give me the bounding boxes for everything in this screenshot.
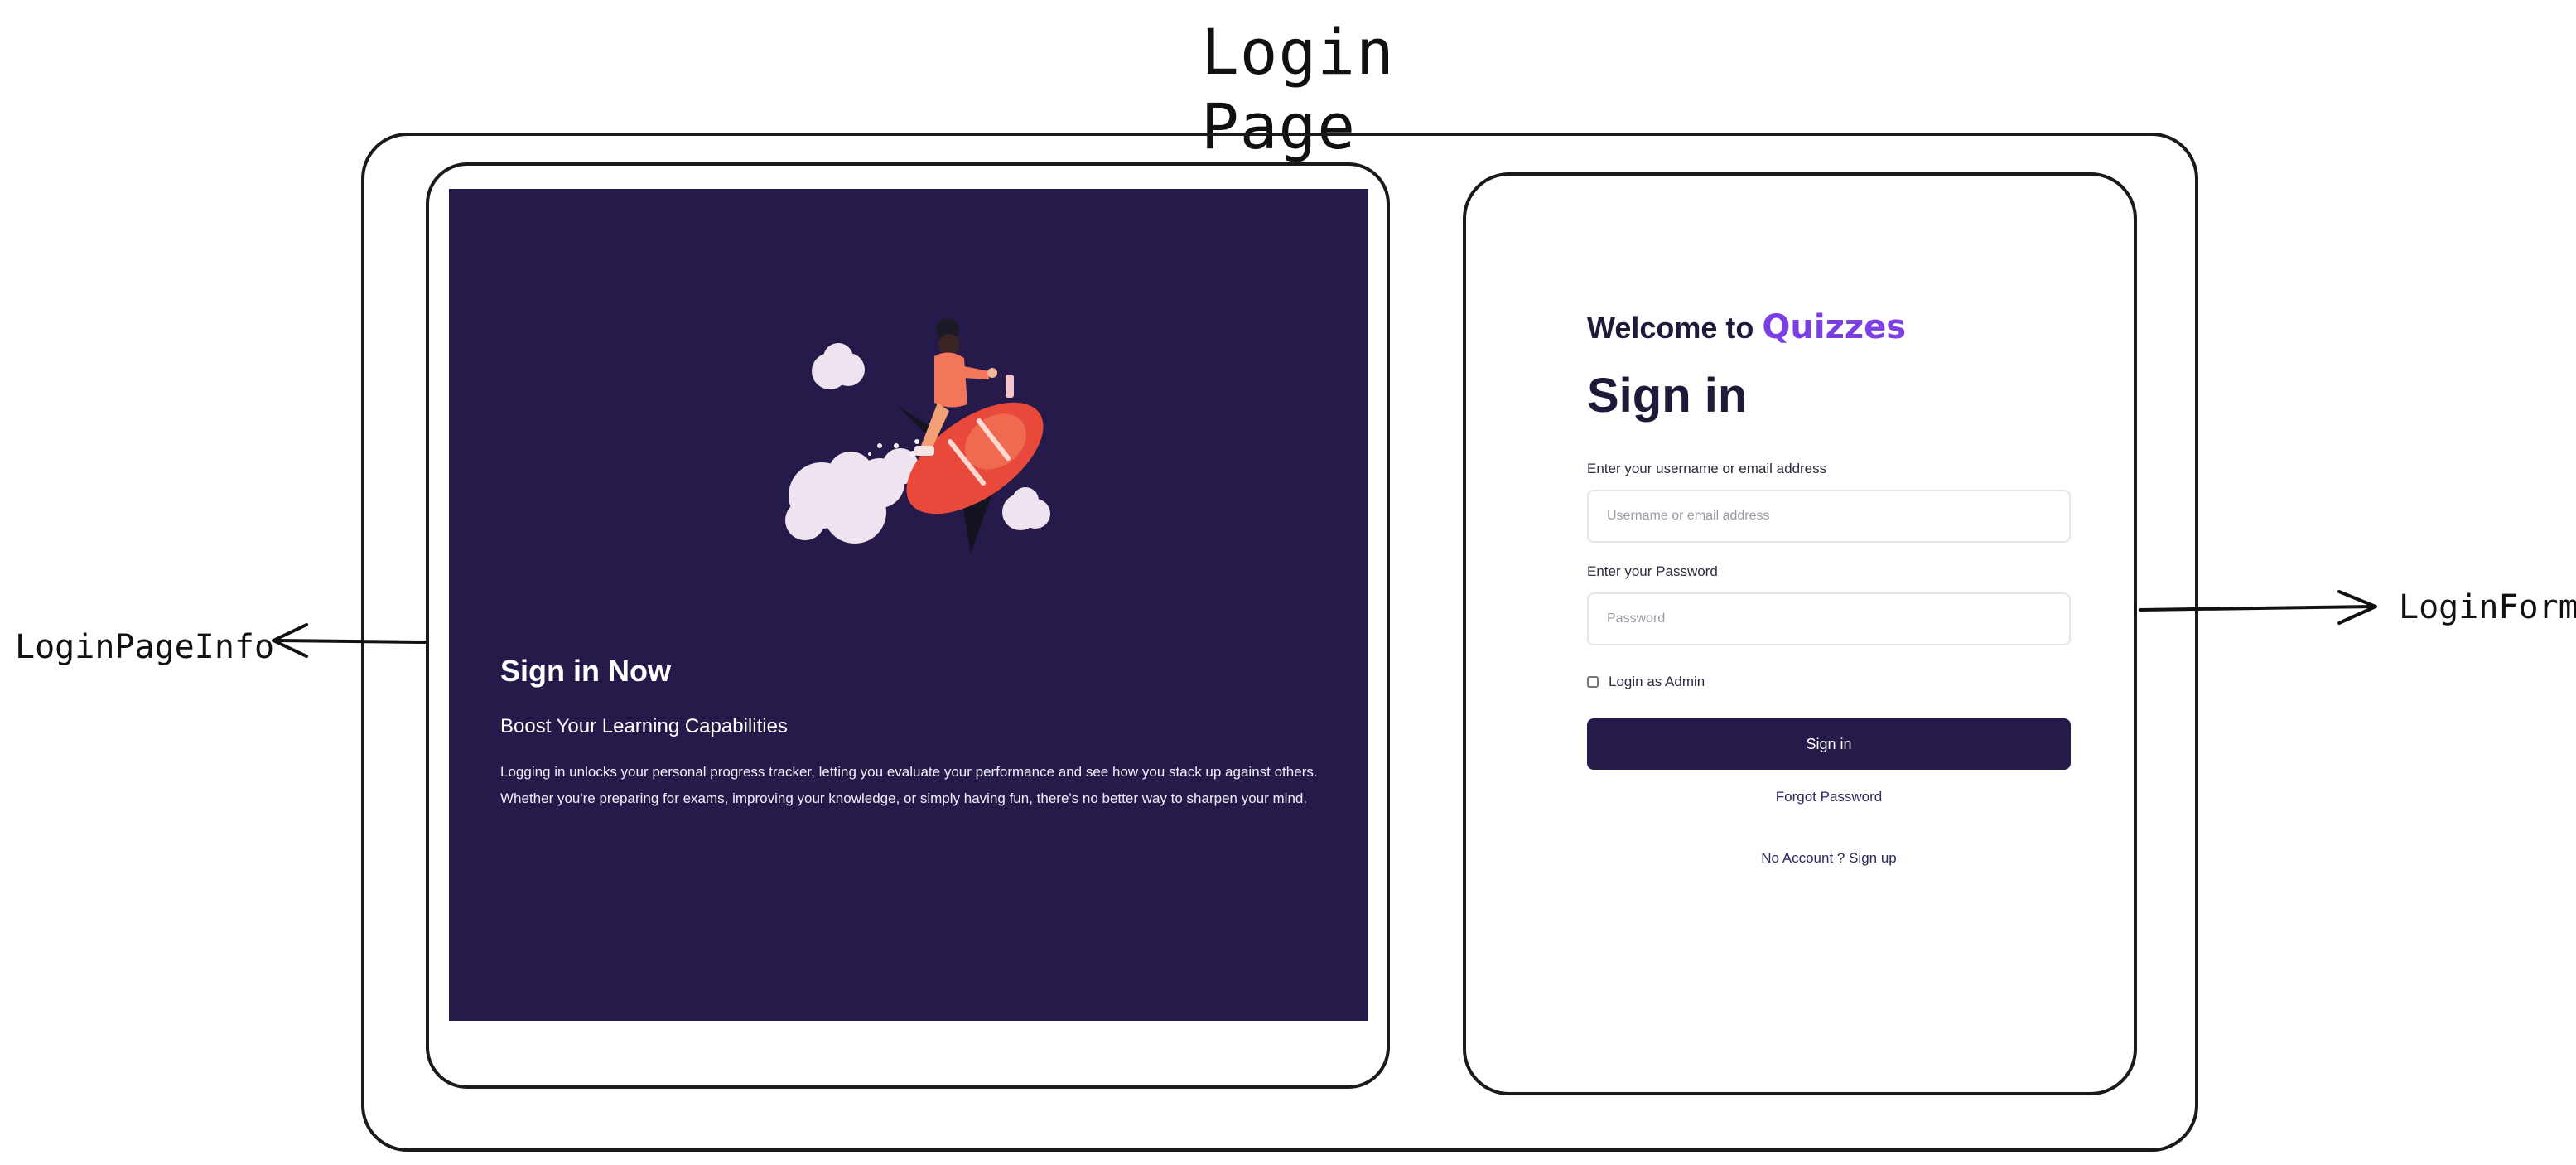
info-subheading: Boost Your Learning Capabilities: [500, 715, 788, 737]
rocket-rider-illustration: [785, 318, 1050, 553]
login-page-info-label: LoginPageInfo: [15, 628, 275, 666]
username-label: Enter your username or email address: [1587, 461, 1827, 476]
info-heading: Sign in Now: [500, 654, 671, 688]
left-arrow-icon: [272, 623, 427, 658]
login-form-label: LoginForm: [2399, 588, 2576, 626]
brand-logo-text: Quizzes: [1762, 308, 1907, 346]
signin-button[interactable]: Sign in: [1587, 718, 2071, 770]
login-page-info-panel: Sign in Now Boost Your Learning Capabili…: [449, 189, 1368, 1021]
forgot-password-link[interactable]: Forgot Password: [1587, 788, 2071, 806]
welcome-prefix: Welcome to: [1587, 311, 1754, 345]
welcome-heading: Welcome to Quizzes: [1587, 307, 2071, 349]
username-input[interactable]: [1587, 490, 2071, 543]
right-arrow-icon: [2139, 590, 2377, 625]
admin-checkbox-label[interactable]: Login as Admin: [1609, 674, 1705, 690]
password-label: Enter your Password: [1587, 563, 1718, 579]
admin-checkbox[interactable]: [1587, 676, 1599, 688]
signin-title: Sign in: [1587, 369, 1748, 423]
admin-checkbox-row[interactable]: Login as Admin: [1587, 674, 2071, 690]
login-form: Welcome to Quizzes Sign in Enter your us…: [1587, 307, 2071, 868]
info-description: Logging in unlocks your personal progres…: [500, 764, 1318, 806]
signup-link[interactable]: No Account ? Sign up: [1587, 849, 2071, 868]
diagram-title: Login Page: [1201, 15, 1395, 163]
password-input[interactable]: [1587, 592, 2071, 645]
